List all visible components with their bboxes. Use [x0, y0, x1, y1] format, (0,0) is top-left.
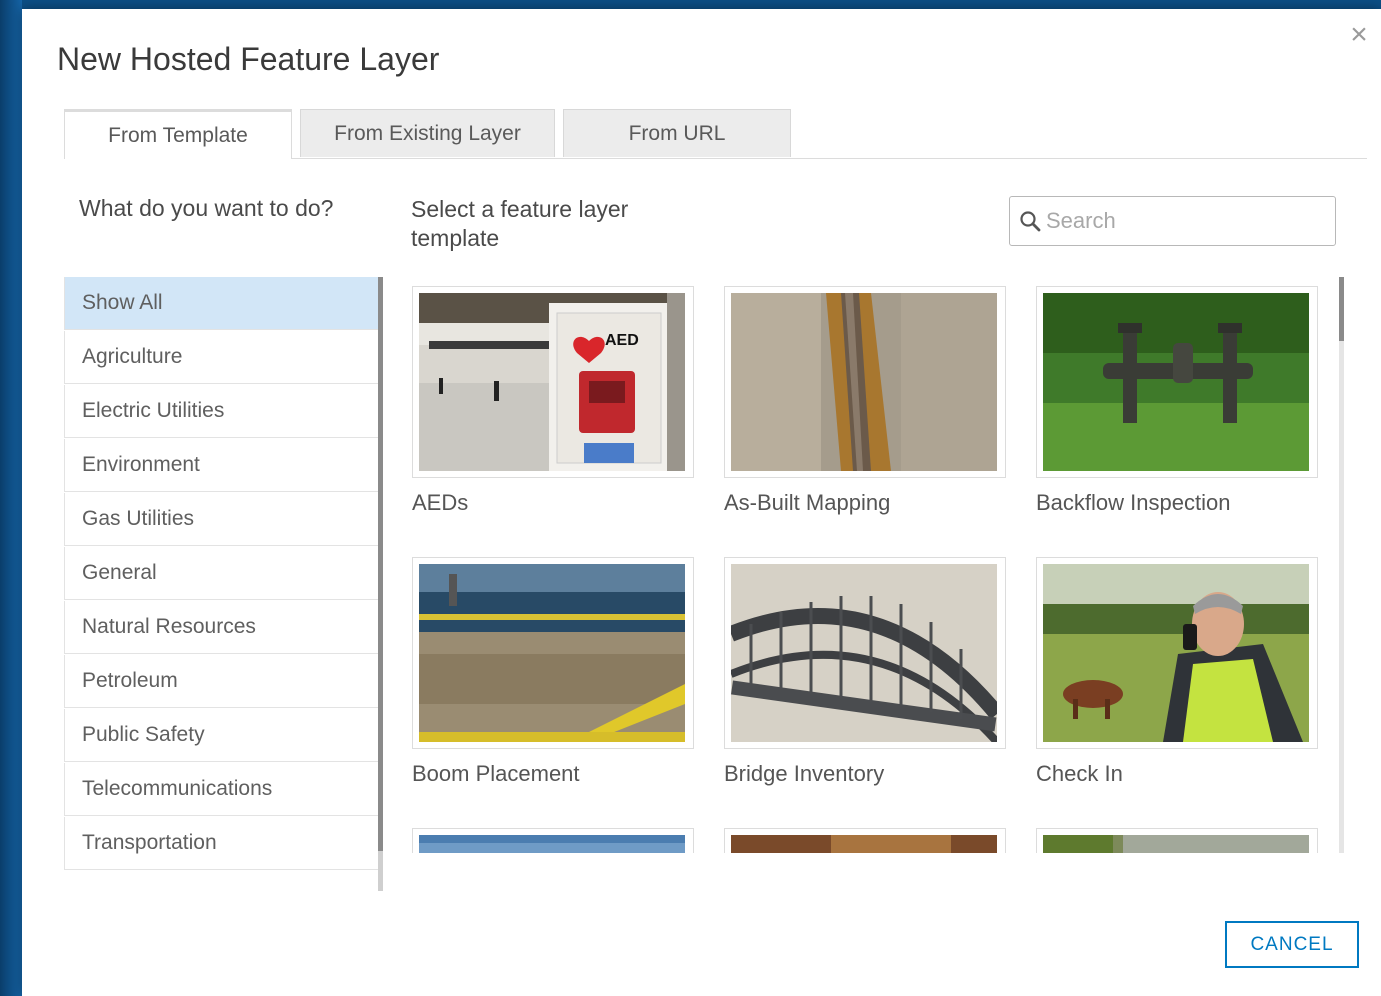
template-grid: AED AEDs As-Built Mapping Backflow Inspe…	[410, 286, 1335, 853]
template-card-partial-2[interactable]	[724, 828, 1006, 853]
search-field[interactable]	[1009, 196, 1336, 246]
search-input[interactable]	[1044, 200, 1328, 242]
category-transportation[interactable]: Transportation	[64, 817, 381, 870]
template-label: Backflow Inspection	[1036, 490, 1231, 515]
search-icon	[1016, 207, 1044, 235]
template-label: Check In	[1036, 761, 1123, 786]
category-public-safety[interactable]: Public Safety	[64, 709, 381, 762]
template-label: Boom Placement	[412, 761, 580, 786]
category-scrollbar-thumb[interactable]	[378, 277, 383, 851]
template-scrollbar-track[interactable]	[1339, 277, 1344, 853]
arch-bridge-image	[731, 564, 997, 742]
category-natural-resources[interactable]: Natural Resources	[64, 601, 381, 654]
category-show-all[interactable]: Show All	[64, 277, 381, 330]
template-card-boom-placement[interactable]: Boom Placement	[412, 557, 694, 787]
category-gas-utilities[interactable]: Gas Utilities	[64, 493, 381, 546]
category-general[interactable]: General	[64, 547, 381, 600]
template-card-partial-3[interactable]	[1036, 828, 1318, 853]
template-card-as-built-mapping[interactable]: As-Built Mapping	[724, 286, 1006, 516]
template-card-bridge-inventory[interactable]: Bridge Inventory	[724, 557, 1006, 787]
template-card-backflow-inspection[interactable]: Backflow Inspection	[1036, 286, 1318, 516]
worker-phone-field-image	[1043, 564, 1309, 742]
category-agriculture[interactable]: Agriculture	[64, 331, 381, 384]
close-icon[interactable]: ×	[1350, 18, 1368, 51]
tab-from-template[interactable]: From Template	[64, 109, 292, 159]
category-telecommunications[interactable]: Telecommunications	[64, 763, 381, 816]
oil-boom-beach-image	[419, 564, 685, 742]
close-button[interactable]: ×	[1345, 18, 1373, 51]
template-label: AEDs	[412, 490, 469, 515]
template-heading: Select a feature layer template	[411, 196, 629, 251]
backflow-valve-image	[1043, 293, 1309, 471]
template-card-aeds[interactable]: AED AEDs	[412, 286, 694, 516]
category-list: Show All Agriculture Electric Utilities …	[64, 277, 381, 891]
category-question: What do you want to do?	[79, 195, 334, 221]
new-hosted-feature-layer-dialog: × New Hosted Feature Layer From Template…	[22, 9, 1381, 996]
category-environment[interactable]: Environment	[64, 439, 381, 492]
cancel-button[interactable]: CANCEL	[1225, 921, 1359, 968]
dialog-title: New Hosted Feature Layer	[57, 41, 440, 77]
template-scrollbar-thumb[interactable]	[1339, 277, 1344, 341]
pipe-trench-image	[731, 293, 997, 471]
sky-image-partial	[419, 835, 685, 853]
tab-from-existing-layer[interactable]: From Existing Layer	[300, 109, 555, 157]
template-label: As-Built Mapping	[724, 490, 891, 515]
tab-bar: From Template From Existing Layer From U…	[64, 109, 1367, 159]
category-petroleum[interactable]: Petroleum	[64, 655, 381, 708]
template-card-check-in[interactable]: Check In	[1036, 557, 1318, 787]
vegetation-image-partial	[1043, 835, 1309, 853]
aed-station-image: AED	[419, 293, 685, 471]
brown-image-partial	[731, 835, 997, 853]
svg-text:AED: AED	[605, 332, 639, 349]
template-card-partial-1[interactable]	[412, 828, 694, 853]
template-label: Bridge Inventory	[724, 761, 885, 786]
category-electric-utilities[interactable]: Electric Utilities	[64, 385, 381, 438]
backdrop	[0, 0, 22, 996]
tab-from-url[interactable]: From URL	[563, 109, 791, 157]
